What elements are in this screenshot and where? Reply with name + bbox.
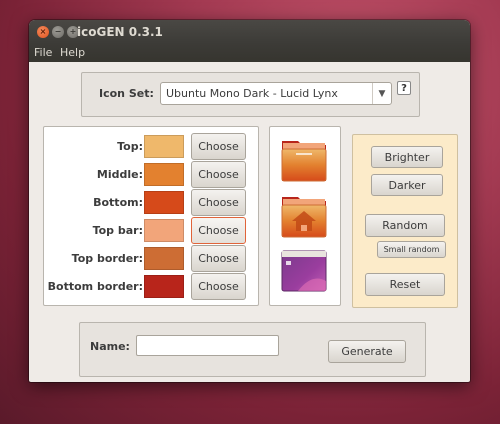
color-panel: Top: Choose Middle: Choose Bottom: Choos…	[43, 126, 259, 306]
choose-button-middle[interactable]: Choose	[191, 161, 246, 188]
color-label-top-border: Top border:	[71, 252, 143, 265]
minimize-icon: −	[54, 27, 62, 36]
app-window: × − + icoGEN 0.3.1 File Help Icon Set: U…	[29, 20, 470, 382]
folder-icon	[281, 141, 327, 182]
color-label-bottom: Bottom:	[93, 196, 143, 209]
brighter-button[interactable]: Brighter	[371, 146, 443, 168]
menu-file[interactable]: File	[34, 46, 52, 59]
color-label-top: Top:	[117, 140, 143, 153]
preview-panel	[269, 126, 341, 306]
choose-button-top-border[interactable]: Choose	[191, 245, 246, 272]
title-bar: × − + icoGEN 0.3.1	[29, 20, 470, 44]
color-label-bottom-border: Bottom border:	[47, 280, 143, 293]
color-swatch-bottom-border[interactable]	[144, 275, 184, 298]
chevron-down-icon[interactable]: ▼	[372, 83, 391, 104]
menu-help[interactable]: Help	[60, 46, 85, 59]
small-random-button[interactable]: Small random	[377, 241, 446, 258]
close-icon: ×	[39, 27, 47, 36]
home-folder-icon	[281, 197, 327, 238]
window-title: icoGEN 0.3.1	[77, 25, 163, 39]
icon-set-label: Icon Set:	[99, 87, 154, 100]
choose-button-top[interactable]: Choose	[191, 133, 246, 160]
random-button[interactable]: Random	[365, 214, 445, 237]
color-label-top-bar: Top bar:	[92, 224, 143, 237]
actions-panel: Brighter Darker Random Small random Rese…	[352, 134, 458, 308]
footer-panel: Name: Generate	[79, 322, 426, 377]
icon-set-select[interactable]: Ubuntu Mono Dark - Lucid Lynx ▼	[160, 82, 392, 105]
choose-button-top-bar[interactable]: Choose	[191, 217, 246, 244]
color-label-middle: Middle:	[96, 168, 143, 181]
choose-button-bottom[interactable]: Choose	[191, 189, 246, 216]
menu-bar: File Help	[29, 44, 470, 62]
name-input[interactable]	[136, 335, 279, 356]
color-swatch-top-bar[interactable]	[144, 219, 184, 242]
help-icon[interactable]: ?	[397, 81, 411, 95]
color-swatch-bottom[interactable]	[144, 191, 184, 214]
close-button[interactable]: ×	[37, 26, 49, 38]
darker-button[interactable]: Darker	[371, 174, 443, 196]
maximize-icon: +	[69, 27, 77, 36]
icon-set-panel: Icon Set: Ubuntu Mono Dark - Lucid Lynx …	[81, 72, 420, 117]
color-swatch-top[interactable]	[144, 135, 184, 158]
name-label: Name:	[90, 340, 130, 353]
generate-button[interactable]: Generate	[328, 340, 406, 363]
icon-set-value: Ubuntu Mono Dark - Lucid Lynx	[166, 87, 338, 100]
minimize-button[interactable]: −	[52, 26, 64, 38]
desktop-folder-icon	[281, 250, 327, 292]
choose-button-bottom-border[interactable]: Choose	[191, 273, 246, 300]
color-swatch-middle[interactable]	[144, 163, 184, 186]
reset-button[interactable]: Reset	[365, 273, 445, 296]
color-swatch-top-border[interactable]	[144, 247, 184, 270]
